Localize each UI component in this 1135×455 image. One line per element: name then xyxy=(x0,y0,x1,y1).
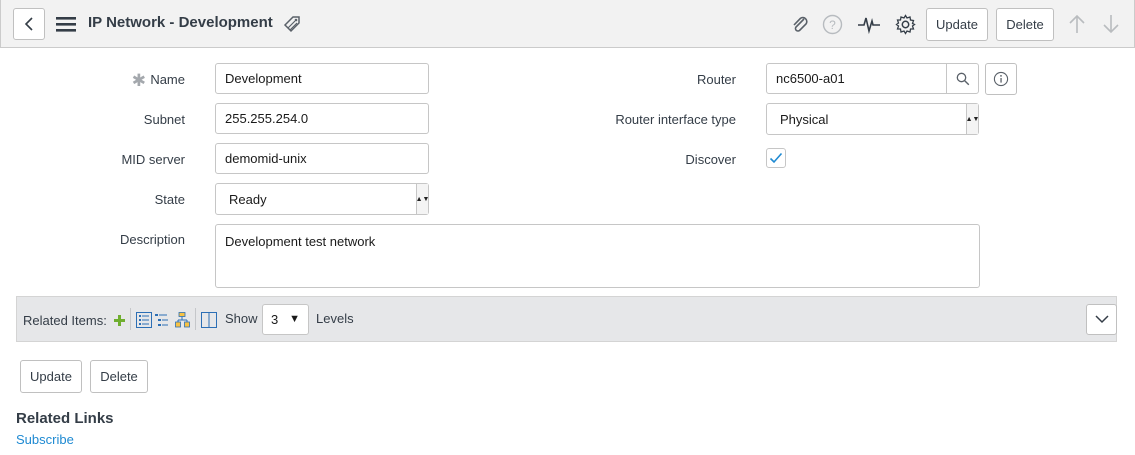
svg-text:?: ? xyxy=(829,18,836,32)
hamburger-menu-icon[interactable] xyxy=(55,14,77,34)
subnet-input[interactable]: 255.255.254.0 xyxy=(215,103,429,134)
description-label: Description xyxy=(119,232,185,247)
related-links-heading: Related Links xyxy=(16,410,114,427)
hierarchy-icon[interactable] xyxy=(174,311,192,329)
subscribe-link[interactable]: Subscribe xyxy=(16,432,74,447)
router-lookup-button[interactable] xyxy=(946,64,978,93)
search-icon xyxy=(956,72,969,85)
list-view-icon[interactable] xyxy=(135,311,153,329)
tag-icon[interactable] xyxy=(281,13,303,35)
mid-server-input[interactable]: demomid-unix xyxy=(215,143,429,174)
delete-button[interactable]: Delete xyxy=(996,8,1054,41)
state-label: State xyxy=(154,192,185,207)
chevron-down-icon xyxy=(1094,315,1109,324)
discover-label: Discover xyxy=(685,152,736,167)
name-input[interactable]: Development xyxy=(215,63,429,94)
levels-label: Levels xyxy=(316,311,354,326)
state-select[interactable]: Ready ▲▼ xyxy=(215,183,429,215)
router-label: Router xyxy=(696,72,736,87)
info-icon xyxy=(993,71,1009,87)
chevron-left-icon xyxy=(24,17,33,31)
name-label: Name xyxy=(150,72,185,87)
discover-checkbox[interactable] xyxy=(766,148,786,168)
gear-icon[interactable] xyxy=(894,13,916,35)
toolbar-divider xyxy=(195,308,196,330)
show-label: Show xyxy=(225,311,258,326)
arrow-up-icon[interactable] xyxy=(1066,13,1088,35)
split-view-icon[interactable] xyxy=(200,311,218,329)
related-items-label: Related Items: xyxy=(23,313,107,328)
router-interface-type-value: Physical xyxy=(780,111,829,127)
description-textarea[interactable]: Development test network xyxy=(215,224,980,288)
mid-server-label: MID server xyxy=(121,152,185,167)
attachment-icon[interactable] xyxy=(789,13,811,35)
levels-select[interactable]: 3 ▼ xyxy=(262,304,309,335)
footer-update-button[interactable]: Update xyxy=(20,360,82,393)
add-icon[interactable] xyxy=(112,313,126,327)
collapse-button[interactable] xyxy=(1086,304,1117,335)
checkmark-icon xyxy=(769,152,783,164)
router-input[interactable]: nc6500-a01 xyxy=(766,63,979,94)
back-button[interactable] xyxy=(13,8,45,40)
page-title: IP Network - Development xyxy=(88,14,273,31)
levels-value: 3 xyxy=(271,312,279,327)
router-info-button[interactable] xyxy=(985,63,1017,95)
router-interface-type-label: Router interface type xyxy=(615,112,736,127)
arrow-down-icon[interactable] xyxy=(1100,13,1122,35)
toolbar-divider xyxy=(130,308,131,330)
footer-delete-button[interactable]: Delete xyxy=(90,360,148,393)
subnet-label: Subnet xyxy=(143,112,185,127)
dropdown-arrow-icon: ▲▼ xyxy=(416,184,429,214)
activity-icon[interactable] xyxy=(857,13,881,35)
router-interface-type-select[interactable]: Physical ▲▼ xyxy=(766,103,979,135)
state-value: Ready xyxy=(229,191,267,207)
dropdown-arrow-icon: ▲▼ xyxy=(966,104,979,134)
related-items-bar: Related Items: Show 3 ▼ Levels xyxy=(16,296,1117,342)
help-icon[interactable]: ? xyxy=(821,13,843,35)
update-button[interactable]: Update xyxy=(926,8,988,41)
router-value: nc6500-a01 xyxy=(776,71,845,86)
caret-down-icon: ▼ xyxy=(289,313,300,325)
tree-view-icon[interactable] xyxy=(154,311,170,329)
form-header: IP Network - Development ? Update Delete xyxy=(0,0,1135,48)
